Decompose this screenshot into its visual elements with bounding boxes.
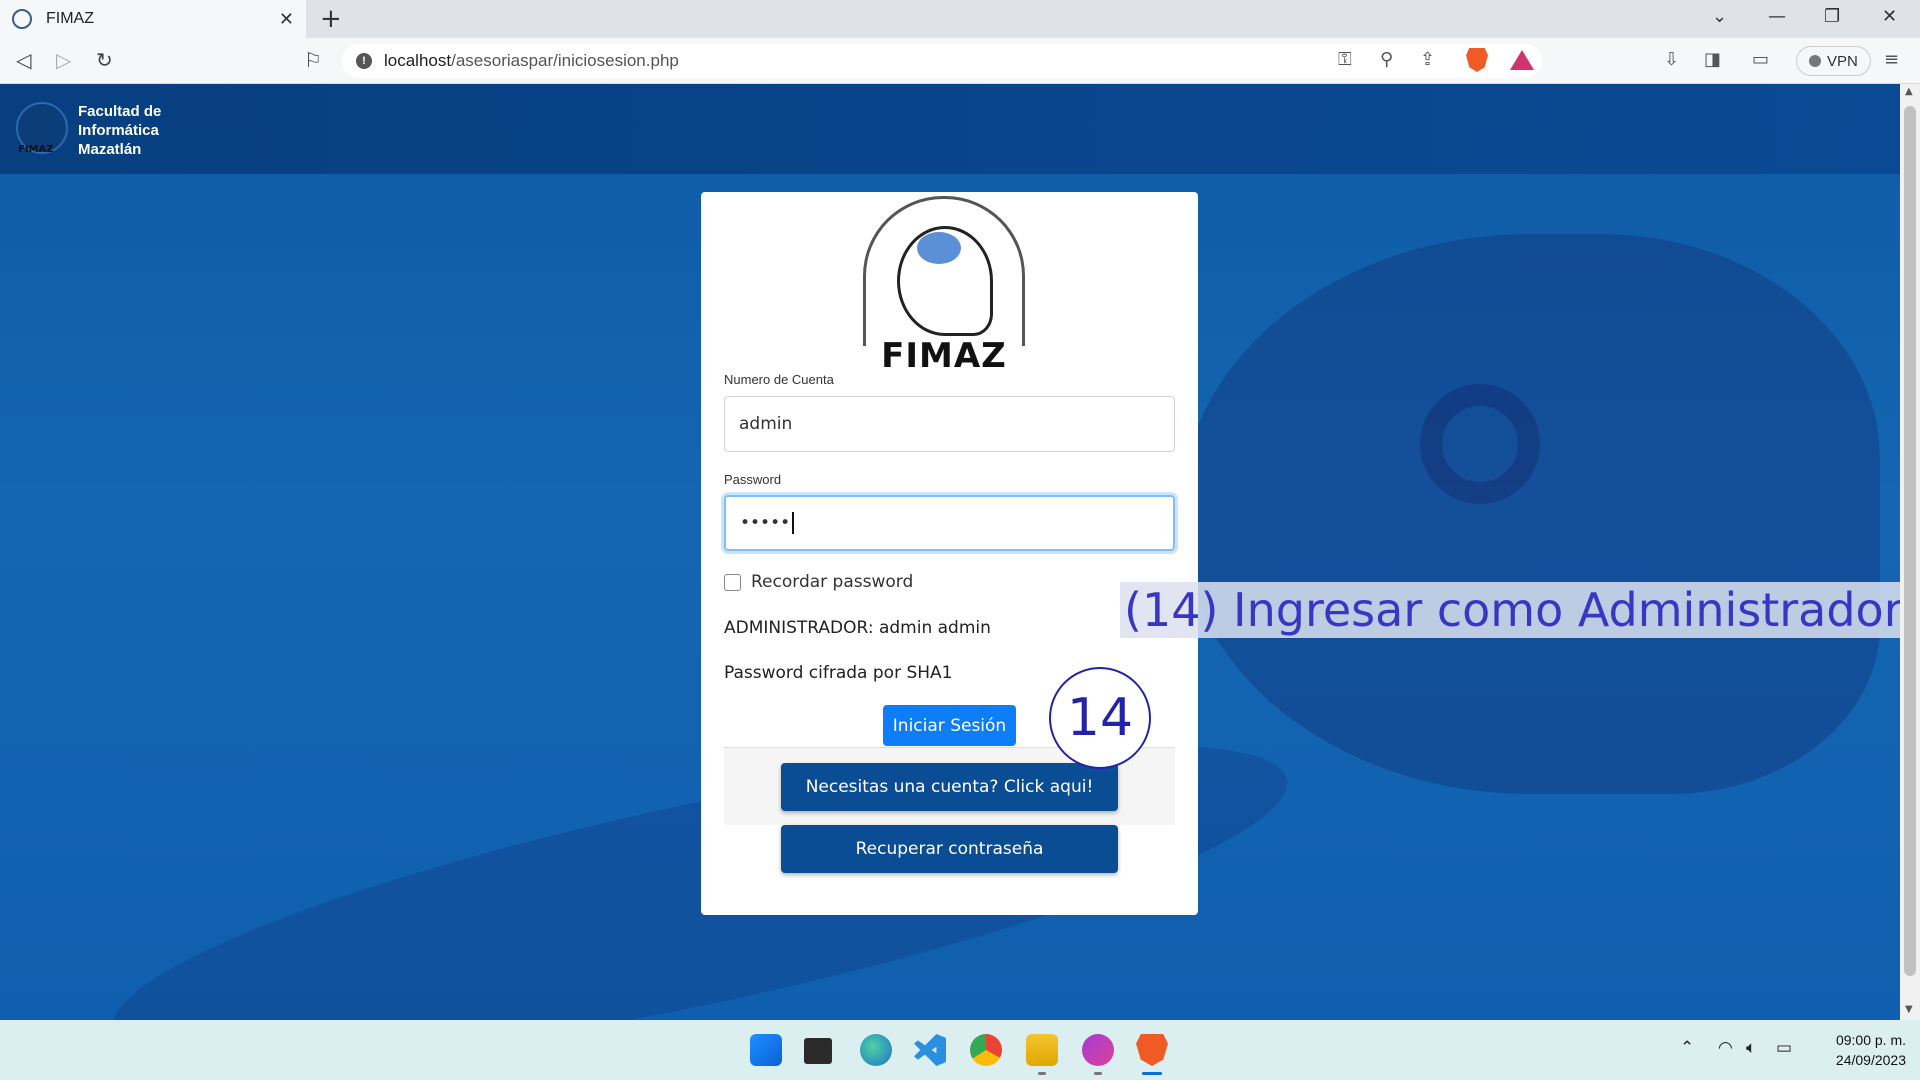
step-number-badge: 14 [1049, 667, 1151, 769]
tab-bar: FIMAZ ✕ + ⌄ — ❐ ✕ [0, 0, 1920, 38]
running-indicator [1094, 1072, 1102, 1075]
register-button[interactable]: Necesitas una cuenta? Click aqui! [781, 763, 1118, 811]
close-window-button[interactable]: ✕ [1882, 6, 1897, 27]
faculty-name-line: Facultad de [78, 103, 162, 120]
password-input[interactable]: ••••• [724, 495, 1175, 551]
battery-icon[interactable]: ▭ [1776, 1038, 1792, 1058]
brave-icon[interactable] [1136, 1034, 1168, 1066]
wifi-icon[interactable]: ◠ [1718, 1038, 1733, 1058]
wps-icon[interactable] [1082, 1034, 1114, 1066]
bookmark-icon[interactable]: ⚐ [304, 48, 322, 72]
back-icon[interactable]: ◁ [16, 48, 31, 72]
url-path: /asesoriaspar/iniciosesion.php [451, 51, 679, 70]
login-button[interactable]: Iniciar Sesión [883, 705, 1016, 746]
share-icon[interactable]: ⇪ [1420, 49, 1435, 70]
vscode-icon[interactable] [914, 1034, 946, 1066]
sha1-note: Password cifrada por SHA1 [724, 663, 953, 683]
emblem-brain-icon [917, 232, 961, 264]
fimaz-emblem: FIMAZ [863, 196, 1025, 376]
new-tab-button[interactable]: + [320, 4, 342, 34]
password-label: Password [724, 472, 782, 487]
login-card: FIMAZ Numero de Cuenta admin Password ••… [701, 192, 1198, 915]
vpn-button[interactable]: VPN [1796, 46, 1871, 76]
remember-label[interactable]: Recordar password [751, 572, 913, 592]
faculty-name-line: Informática [78, 122, 159, 139]
eagle-eye-watermark [1420, 384, 1540, 504]
forward-icon[interactable]: ▷ [56, 48, 71, 72]
site-info-icon[interactable]: ! [356, 53, 372, 69]
running-indicator [1038, 1072, 1046, 1075]
volume-icon[interactable]: 🔈︎ [1746, 1038, 1756, 1058]
text-caret [792, 512, 795, 534]
account-label: Numero de Cuenta [724, 372, 834, 387]
system-clock[interactable]: 09:00 p. m. 24/09/2023 [1810, 1030, 1906, 1070]
windows-start-icon[interactable] [750, 1034, 782, 1066]
recover-password-button[interactable]: Recuperar contraseña [781, 825, 1118, 873]
key-icon[interactable]: ⚿ [1338, 49, 1352, 70]
address-bar[interactable]: ! localhost/asesoriaspar/iniciosesion.ph… [342, 44, 1542, 78]
tab-list-icon[interactable]: ⌄ [1712, 6, 1727, 27]
chrome-icon[interactable] [970, 1034, 1002, 1066]
tray-expand-icon[interactable]: ⌃ [1680, 1038, 1694, 1058]
tab-title: FIMAZ [46, 10, 94, 27]
eagle-watermark [1180, 234, 1880, 794]
faculty-name-line: Mazatlán [78, 141, 142, 158]
clock-date: 24/09/2023 [1835, 1052, 1906, 1068]
clock-time: 09:00 p. m. [1835, 1032, 1906, 1048]
url-host: localhost [384, 51, 452, 70]
reload-icon[interactable]: ↻ [96, 48, 113, 72]
restore-button[interactable]: ❐ [1824, 6, 1840, 27]
minimize-button[interactable]: — [1768, 6, 1786, 27]
file-explorer-icon[interactable] [1026, 1034, 1058, 1066]
browser-tab[interactable]: FIMAZ ✕ [0, 0, 306, 38]
vpn-label: VPN [1827, 52, 1858, 70]
fimaz-favicon-icon [12, 9, 32, 29]
task-view-icon[interactable] [804, 1038, 832, 1064]
page-scrollbar[interactable]: ▲ ▼ [1900, 84, 1920, 1020]
emblem-wordmark: FIMAZ [881, 336, 1007, 376]
sidebar-icon[interactable]: ◨ [1704, 49, 1721, 70]
remember-checkbox[interactable] [724, 573, 741, 591]
account-value: admin [739, 414, 793, 434]
account-input[interactable]: admin [724, 396, 1175, 452]
scroll-thumb[interactable] [1904, 106, 1916, 976]
admin-credentials-note: ADMINISTRADOR: admin admin [724, 618, 991, 638]
vpn-status-icon [1809, 55, 1821, 67]
active-indicator [1142, 1072, 1162, 1075]
scroll-down-icon[interactable]: ▼ [1905, 1004, 1913, 1015]
scroll-up-icon[interactable]: ▲ [1905, 86, 1913, 97]
logo-text: FIMAZ [18, 144, 54, 155]
brave-rewards-icon[interactable] [1510, 50, 1534, 70]
password-value: ••••• [740, 513, 791, 533]
zoom-icon[interactable]: ⚲ [1380, 49, 1393, 70]
menu-icon[interactable]: ≡ [1884, 49, 1899, 70]
edge-icon[interactable] [860, 1034, 892, 1066]
wallet-icon[interactable]: ▭ [1752, 49, 1769, 70]
site-header: FIMAZ Facultad de Informática Mazatlán [0, 84, 1900, 174]
download-icon[interactable]: ⇩ [1664, 49, 1679, 70]
remember-row: Recordar password [724, 572, 913, 592]
faculty-name: Facultad de Informática Mazatlán [78, 102, 161, 159]
tab-close-icon[interactable]: ✕ [279, 9, 294, 30]
windows-taskbar: ⌃ ◠ 🔈︎ ▭ 09:00 p. m. 24/09/2023 [0, 1020, 1920, 1080]
browser-toolbar: ◁ ▷ ↻ ⚐ ! localhost/asesoriaspar/inicios… [0, 38, 1920, 84]
step-annotation-label: (14) Ingresar como Administrador [1120, 582, 1907, 638]
